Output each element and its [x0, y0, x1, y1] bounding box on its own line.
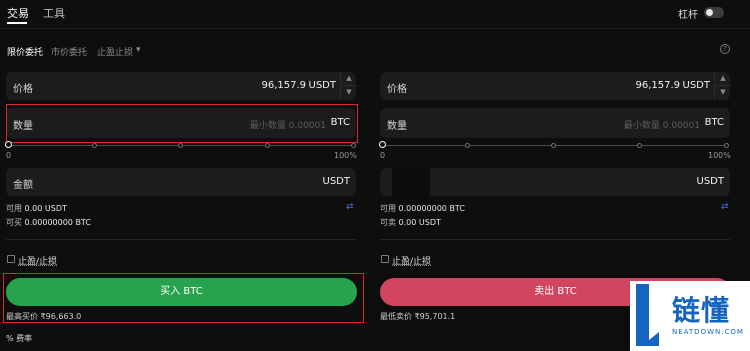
sell-available-label: 可用 [380, 204, 396, 213]
slider-mark-25[interactable] [92, 143, 97, 148]
buy-available-line: 可用 0.00 USDT [6, 203, 67, 214]
tab-tools[interactable]: 工具 [43, 5, 65, 21]
sell-price-value[interactable]: 96,157.9 [635, 80, 680, 91]
subtab-market-order[interactable]: 市价委托 [51, 45, 87, 58]
buy-max-line: 可买 0.00000000 BTC [6, 217, 91, 228]
slider-mark-75[interactable] [637, 143, 642, 148]
buy-amount-unit: USDT [322, 176, 350, 187]
buy-price-stepper[interactable]: ▲ ▼ [340, 72, 357, 100]
sell-price-label: 价格 [387, 84, 407, 95]
toggle-knob [706, 9, 713, 16]
sell-max-line: 可卖 0.00 USDT [380, 217, 441, 228]
buy-can-buy-label: 可买 [6, 218, 22, 227]
sell-best-price: 最低卖价 ₹95,701.1 [380, 312, 456, 321]
sell-available-value: 0.00000000 BTC [398, 204, 465, 213]
sell-slider-handle[interactable] [379, 141, 386, 148]
slider-mark-100[interactable] [351, 143, 356, 148]
stepper-down-icon[interactable]: ▼ [341, 86, 357, 100]
sell-can-sell-label: 可卖 [380, 218, 396, 227]
swap-icon[interactable]: ⇄ [346, 202, 354, 212]
percent-icon: % [6, 334, 14, 343]
neatdown-watermark-logo: 链懂 NEATDOWN.COM [630, 281, 750, 351]
sell-quantity-input[interactable]: 最小数量 0.00001 [624, 118, 700, 131]
buy-tpsl-checkbox[interactable] [7, 255, 15, 263]
buy-available-label: 可用 [6, 204, 22, 213]
slider-mark-25[interactable] [465, 143, 470, 148]
help-icon[interactable]: ? [720, 44, 730, 54]
swap-icon[interactable]: ⇄ [721, 202, 729, 212]
sell-can-sell-value: 0.00 USDT [398, 218, 441, 227]
header-divider [0, 28, 750, 29]
sell-tpsl-label[interactable]: 止盈/止损 [392, 254, 431, 267]
sell-available-line: 可用 0.00000000 BTC [380, 203, 465, 214]
slider-mark-100[interactable] [724, 143, 729, 148]
buy-amount-label: 金额 [13, 180, 33, 191]
buy-amount-field[interactable]: 金额 USDT [6, 168, 356, 196]
slider-mark-50[interactable] [551, 143, 556, 148]
buy-button-highlight-box [3, 273, 364, 323]
buy-slider-min-label: 0 [6, 151, 12, 160]
sell-section-divider [380, 239, 730, 240]
sell-price-stepper[interactable]: ▲ ▼ [714, 72, 731, 100]
watermark-domain-text: NEATDOWN.COM [672, 328, 744, 336]
chevron-down-icon[interactable]: ▾ [136, 45, 141, 55]
buy-available-value: 0.00 USDT [24, 204, 67, 213]
leverage-label: 杠杆 [678, 10, 698, 21]
buy-price-unit: USDT [308, 80, 336, 91]
buy-price-field[interactable]: 价格 96,157.9 USDT ▲ ▼ [6, 72, 357, 100]
slider-mark-50[interactable] [178, 143, 183, 148]
fee-rate-label: 费率 [16, 334, 33, 343]
sell-tpsl-checkbox[interactable] [381, 255, 389, 263]
sell-quantity-field[interactable]: 数量 最小数量 0.00001 BTC [380, 108, 730, 138]
buy-price-label: 价格 [13, 84, 33, 95]
slider-mark-75[interactable] [265, 143, 270, 148]
subtab-limit-order[interactable]: 限价委托 [7, 45, 43, 58]
sell-slider-max-label: 100% [708, 151, 731, 160]
quantity-highlight-box [6, 104, 358, 143]
buy-tpsl-label[interactable]: 止盈/止损 [18, 254, 57, 267]
sell-quantity-label: 数量 [387, 121, 407, 132]
sell-price-unit: USDT [682, 80, 710, 91]
sell-quantity-unit: BTC [704, 117, 724, 128]
redaction-block [392, 166, 430, 198]
buy-slider-handle[interactable] [5, 141, 12, 148]
sell-amount-unit: USDT [696, 176, 724, 187]
buy-can-buy-value: 0.00000000 BTC [24, 218, 91, 227]
buy-price-value[interactable]: 96,157.9 [261, 80, 306, 91]
subtab-tpsl-order[interactable]: 止盈止损 [97, 45, 133, 58]
buy-section-divider [6, 239, 356, 240]
leverage-toggle[interactable] [704, 7, 724, 18]
sell-slider-min-label: 0 [380, 151, 386, 160]
stepper-down-icon[interactable]: ▼ [715, 86, 731, 100]
stepper-up-icon[interactable]: ▲ [341, 72, 357, 86]
buy-slider-max-label: 100% [334, 151, 357, 160]
active-tab-indicator [7, 22, 27, 24]
sell-amount-field[interactable]: USDT [380, 168, 730, 196]
stepper-up-icon[interactable]: ▲ [715, 72, 731, 86]
sell-price-field[interactable]: 价格 96,157.9 USDT ▲ ▼ [380, 72, 731, 100]
watermark-chinese-text: 链懂 [672, 294, 731, 327]
fee-rate-link[interactable]: % 费率 [6, 333, 32, 344]
watermark-l-glyph [636, 284, 659, 346]
tab-trade[interactable]: 交易 [7, 5, 29, 21]
